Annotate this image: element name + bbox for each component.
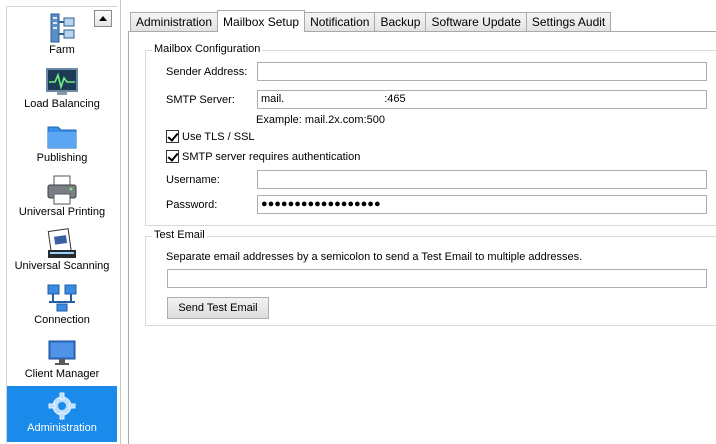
use-tls-label: Use TLS / SSL bbox=[182, 130, 255, 143]
group-title: Mailbox Configuration bbox=[152, 43, 263, 55]
gear-icon bbox=[48, 392, 76, 420]
sidebar-item-label: Universal Printing bbox=[18, 206, 106, 218]
tab-administration[interactable]: Administration bbox=[130, 12, 219, 31]
sidebar-item-connection[interactable]: Connection bbox=[7, 278, 117, 332]
smtp-server-port: :465 bbox=[384, 93, 406, 105]
sidebar-item-publishing[interactable]: Publishing bbox=[7, 116, 117, 170]
folder-icon bbox=[47, 126, 77, 149]
sidebar-item-farm[interactable]: Farm bbox=[7, 8, 117, 62]
smtp-server-field[interactable]: mail. :465 bbox=[257, 90, 707, 109]
scanner-icon bbox=[47, 228, 76, 258]
smtp-server-prefix: mail. bbox=[261, 93, 285, 105]
tab-settings-audit[interactable]: Settings Audit bbox=[525, 12, 612, 31]
tab-mailbox-setup[interactable]: Mailbox Setup bbox=[217, 10, 306, 32]
sidebar: Farm Load Balancing Publishing Universal… bbox=[0, 0, 121, 444]
smtp-server-label: SMTP Server: bbox=[166, 94, 235, 106]
sender-address-field[interactable] bbox=[257, 62, 707, 81]
farm-icon bbox=[50, 13, 75, 43]
smtp-auth-label: SMTP server requires authentication bbox=[182, 150, 361, 163]
sidebar-item-label: Publishing bbox=[36, 152, 88, 164]
sidebar-item-load-balancing[interactable]: Load Balancing bbox=[7, 62, 117, 116]
sidebar-item-client-manager[interactable]: Client Manager bbox=[7, 332, 117, 386]
tab-software-update[interactable]: Software Update bbox=[425, 12, 527, 31]
password-field[interactable]: ●●●●●●●●●●●●●●●●●● bbox=[257, 195, 707, 214]
checkbox-checked-icon bbox=[166, 130, 179, 143]
username-label: Username: bbox=[166, 174, 220, 186]
sidebar-item-label: Load Balancing bbox=[24, 98, 100, 110]
network-icon bbox=[47, 284, 77, 312]
sender-address-label: Sender Address: bbox=[166, 66, 248, 78]
checkbox-checked-icon bbox=[166, 150, 179, 163]
password-label: Password: bbox=[166, 199, 218, 211]
tab-notification[interactable]: Notification bbox=[304, 12, 376, 31]
smtp-auth-checkbox[interactable]: SMTP server requires authentication bbox=[166, 150, 360, 163]
sidebar-item-label: Administration bbox=[27, 422, 97, 434]
username-field[interactable] bbox=[257, 170, 707, 189]
sidebar-item-label: Universal Scanning bbox=[14, 260, 110, 272]
use-tls-checkbox[interactable]: Use TLS / SSL bbox=[166, 130, 255, 143]
smtp-example-text: Example: mail.2x.com:500 bbox=[256, 114, 385, 126]
sidebar-item-universal-printing[interactable]: Universal Printing bbox=[7, 170, 117, 224]
sidebar-item-label: Farm bbox=[49, 44, 75, 56]
group-title: Test Email bbox=[152, 229, 207, 241]
monitor-icon bbox=[48, 340, 76, 365]
test-email-addresses-field[interactable] bbox=[167, 269, 707, 288]
sidebar-item-administration[interactable]: Administration bbox=[7, 386, 117, 442]
test-email-instructions: Separate email addresses by a semicolon … bbox=[166, 251, 583, 263]
printer-icon bbox=[47, 175, 77, 205]
sidebar-item-label: Connection bbox=[34, 314, 90, 326]
tab-backup[interactable]: Backup bbox=[374, 12, 427, 31]
tab-strip: Administration Mailbox Setup Notificatio… bbox=[130, 10, 612, 32]
send-test-email-button[interactable]: Send Test Email bbox=[167, 297, 269, 319]
load-balancing-icon bbox=[46, 68, 78, 95]
sidebar-item-label: Client Manager bbox=[24, 368, 100, 380]
sidebar-item-universal-scanning[interactable]: Universal Scanning bbox=[7, 224, 117, 278]
